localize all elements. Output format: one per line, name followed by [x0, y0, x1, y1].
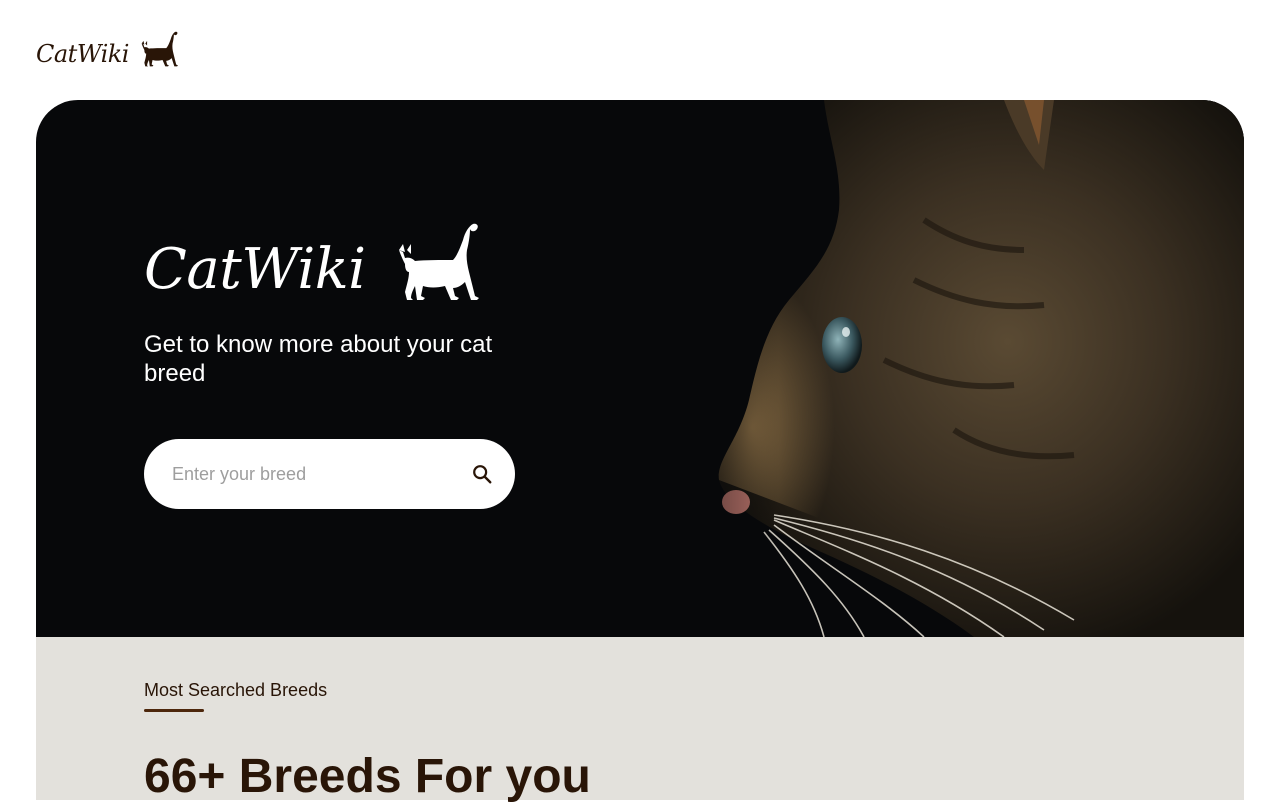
hero-logo: CatWiki — [144, 212, 564, 308]
breed-search-input[interactable] — [170, 462, 454, 486]
most-searched-section: Most Searched Breeds 66+ Breeds For you — [36, 637, 1244, 803]
cat-silhouette-icon — [398, 223, 479, 300]
hero-logo-text: CatWiki — [144, 237, 366, 302]
site-logo[interactable]: CatWiki — [36, 26, 181, 70]
logo-text: CatWiki — [36, 40, 129, 68]
section-underline — [144, 709, 204, 712]
hero-tagline: Get to know more about your cat breed — [144, 331, 493, 387]
section-heading: 66+ Breeds For you — [144, 750, 591, 803]
cat-silhouette-icon — [141, 31, 178, 67]
breed-search — [144, 439, 515, 509]
cat-photo — [624, 100, 1244, 637]
section-label: Most Searched Breeds — [144, 680, 328, 700]
hero-banner: CatWiki Get to know more about your cat … — [36, 100, 1244, 637]
search-icon[interactable] — [471, 463, 493, 485]
